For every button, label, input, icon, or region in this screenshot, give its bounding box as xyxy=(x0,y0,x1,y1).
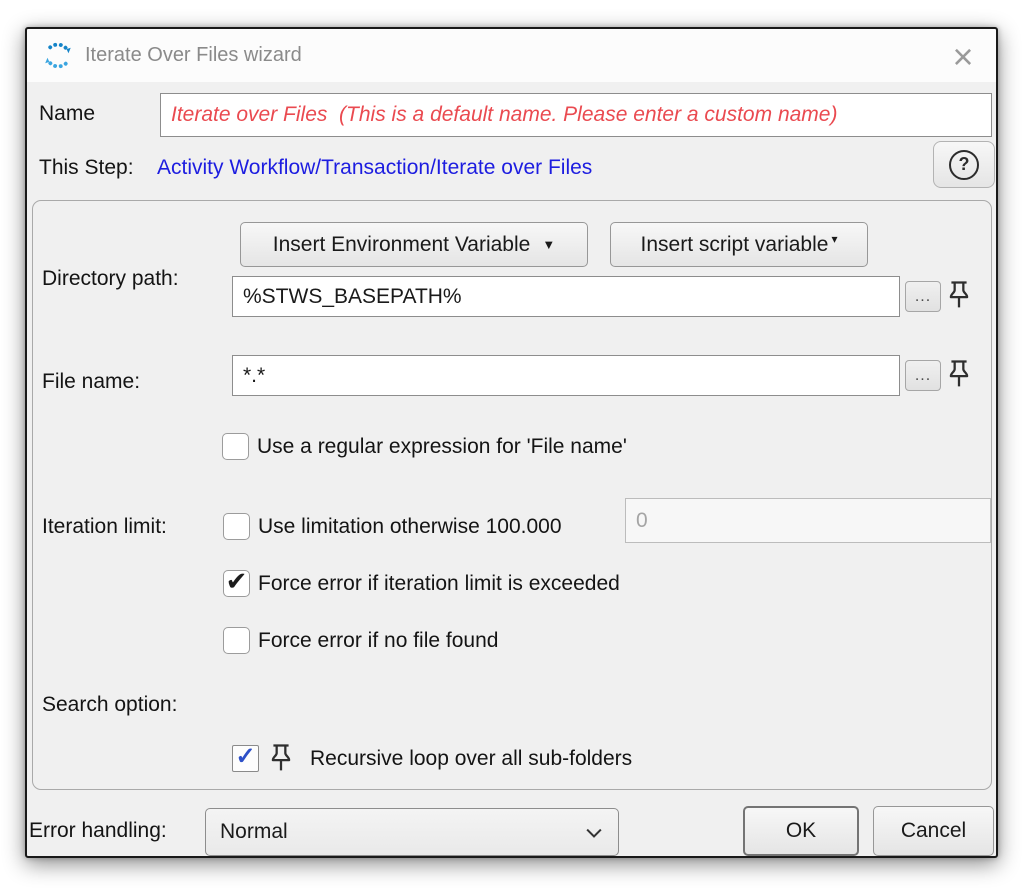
dropdown-arrow-icon: ▼ xyxy=(542,237,555,252)
force-error-limit-checkbox[interactable]: ✔ xyxy=(223,570,250,597)
this-step-label: This Step: xyxy=(39,156,134,180)
error-handling-select[interactable]: Normal xyxy=(205,808,619,856)
regex-checkbox[interactable] xyxy=(222,433,249,460)
search-option-label: Search option: xyxy=(42,693,177,717)
title-bar: Iterate Over Files wizard × xyxy=(27,29,996,82)
recursive-loop-checkbox-label: Recursive loop over all sub-folders xyxy=(310,747,632,771)
insert-script-variable-button[interactable]: Insert script variable▾ xyxy=(610,222,868,267)
file-name-input[interactable] xyxy=(232,355,900,396)
error-handling-label: Error handling: xyxy=(29,819,167,843)
force-error-nofile-checkbox[interactable] xyxy=(223,627,250,654)
pushpin-icon[interactable] xyxy=(946,354,972,395)
insert-environment-variable-label: Insert Environment Variable xyxy=(273,233,531,256)
directory-browse-button[interactable]: ... xyxy=(905,281,941,312)
name-input[interactable] xyxy=(160,93,992,137)
use-limitation-checkbox-label: Use limitation otherwise 100.000 xyxy=(258,515,562,539)
pushpin-icon[interactable] xyxy=(946,275,972,316)
chevron-down-icon xyxy=(586,828,602,838)
iterate-over-files-wizard-dialog: Iterate Over Files wizard × Name This St… xyxy=(25,27,998,858)
pushpin-icon[interactable] xyxy=(268,738,294,779)
use-limitation-checkbox[interactable] xyxy=(223,513,250,540)
this-step-link[interactable]: Activity Workflow/Transaction/Iterate ov… xyxy=(157,156,592,180)
regex-checkbox-label: Use a regular expression for 'File name' xyxy=(257,435,627,459)
insert-script-variable-label: Insert script variable xyxy=(641,233,829,256)
sync-loop-icon xyxy=(39,40,76,71)
dialog-title: Iterate Over Files wizard xyxy=(85,29,302,82)
error-handling-value: Normal xyxy=(220,820,288,843)
iteration-limit-input xyxy=(625,498,991,543)
cancel-button[interactable]: Cancel xyxy=(873,806,994,856)
close-icon: × xyxy=(952,36,973,77)
force-error-limit-checkbox-label: Force error if iteration limit is exceed… xyxy=(258,572,620,596)
directory-path-label: Directory path: xyxy=(42,267,179,291)
file-browse-button[interactable]: ... xyxy=(905,360,941,391)
insert-environment-variable-button[interactable]: Insert Environment Variable ▼ xyxy=(240,222,588,267)
force-error-nofile-checkbox-label: Force error if no file found xyxy=(258,629,498,653)
directory-path-input[interactable] xyxy=(232,276,900,317)
close-button[interactable]: × xyxy=(940,36,986,78)
ok-button[interactable]: OK xyxy=(743,806,859,856)
recursive-loop-checkbox[interactable]: ✓ xyxy=(232,745,259,772)
help-icon: ? xyxy=(949,150,979,180)
dropdown-arrow-icon: ▾ xyxy=(831,232,837,246)
file-name-label: File name: xyxy=(42,370,140,394)
name-label: Name xyxy=(39,102,95,126)
help-button[interactable]: ? xyxy=(933,141,995,188)
iteration-limit-label: Iteration limit: xyxy=(42,515,167,539)
